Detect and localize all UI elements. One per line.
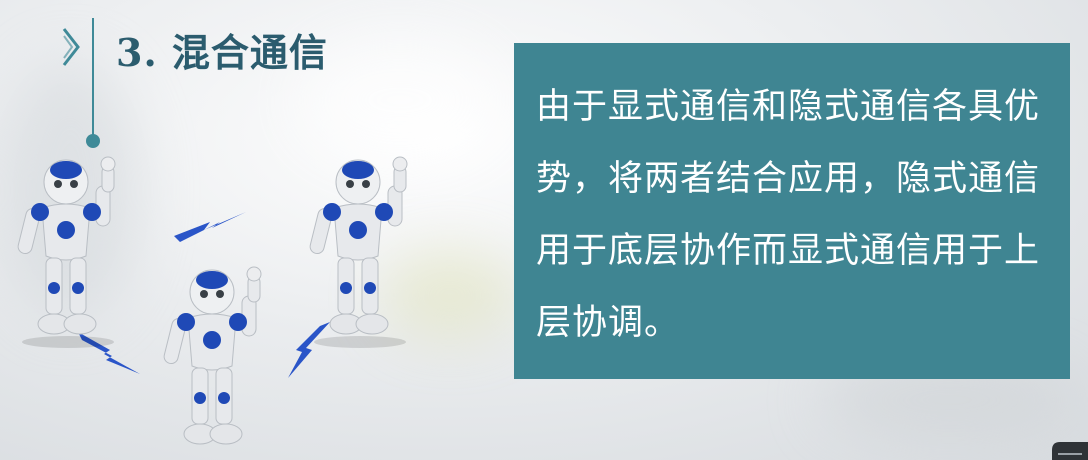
background-glow bbox=[300, 40, 500, 160]
humanoid-robot-icon bbox=[163, 266, 262, 445]
humanoid-robot-icon bbox=[17, 156, 116, 348]
header-divider-dot bbox=[86, 134, 100, 148]
humanoid-robot-icon bbox=[309, 156, 408, 348]
description-panel: 由于显式通信和隐式通信各具优势，将两者结合应用，隐式通信用于底层协作而显式通信用… bbox=[514, 43, 1070, 379]
chevron-right-icon bbox=[62, 28, 80, 66]
section-title: 3. 混合通信 bbox=[116, 30, 328, 75]
header-divider-line bbox=[92, 18, 94, 140]
lightning-bolt-icon bbox=[174, 212, 246, 242]
description-text: 由于显式通信和隐式通信各具优势，将两者结合应用，隐式通信用于底层协作而显式通信用… bbox=[536, 87, 1041, 343]
slide: 3. 混合通信 由于显式通信和隐式通信各具优势，将两者结合应用，隐式通信用于底层… bbox=[0, 0, 1088, 460]
corner-decoration bbox=[1052, 442, 1088, 460]
